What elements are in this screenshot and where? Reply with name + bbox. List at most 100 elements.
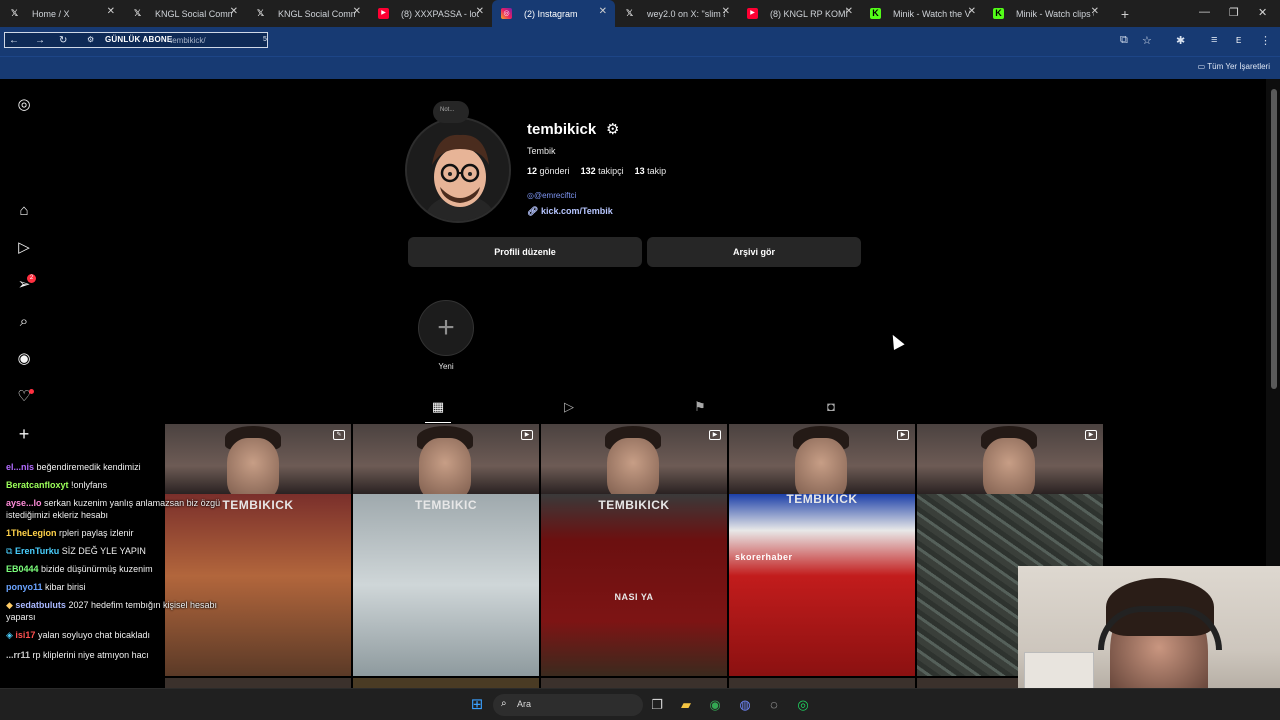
file-explorer-icon[interactable]: ▰	[678, 697, 694, 713]
install-app-icon[interactable]: ⧉	[1120, 34, 1128, 47]
tab-home-x[interactable]: 𝕏 Home / X ✕	[0, 0, 123, 27]
posts-grid: TEMBIKICK ✎ TEMBIKIC ▶ TEMBIKICK NASI YA…	[165, 424, 1104, 688]
tab-youtube-1[interactable]: ▶ (8) XXXPASSA - look ✕	[369, 0, 492, 27]
chat-text: !onlyfans	[71, 480, 108, 490]
search-icon: ⌕	[501, 698, 507, 709]
task-view-icon[interactable]: ❐	[649, 697, 665, 713]
url-text[interactable]: tembikick/	[170, 36, 206, 45]
chat-text: 2027 hedefim tembığın kişisel hesabı	[68, 600, 218, 610]
close-icon[interactable]: ✕	[968, 6, 976, 17]
post-tile-partial[interactable]	[541, 678, 727, 688]
casino-scene	[165, 494, 351, 676]
x-logo-icon: 𝕏	[133, 8, 142, 18]
tab-youtube-2[interactable]: ▶ (8) KNGL RP KOMİK ✕	[738, 0, 861, 27]
chat-user: sedatbuluts	[15, 600, 66, 610]
tab-instagram[interactable]: ◎ (2) Instagram ✕	[492, 0, 615, 27]
post-tile[interactable]: TEMBIKICK NASI YA ▶	[541, 424, 727, 676]
chat-message: ponyo11 kibar birisi	[6, 582, 86, 592]
profile-link-text: kick.com/Tembik	[540, 206, 613, 216]
post-tile-partial[interactable]	[729, 678, 915, 688]
menu-kebab-icon[interactable]: ⋮	[1260, 34, 1271, 47]
post-tile[interactable]: TEMBIKICK skorerhaber ▶	[729, 424, 915, 676]
close-icon[interactable]: ✕	[845, 6, 853, 17]
chat-text: yaparsı	[6, 612, 36, 622]
reload-icon[interactable]: ↻	[59, 35, 67, 46]
new-highlight-plus-icon[interactable]: +	[418, 300, 474, 356]
followers-count: 132	[580, 166, 596, 176]
chat-user: ponyo11	[6, 582, 43, 592]
posts-grid-icon[interactable]: ▦	[430, 399, 446, 415]
minimize-icon[interactable]: —	[1199, 6, 1210, 18]
close-icon[interactable]: ✕	[722, 6, 730, 17]
back-arrow-icon[interactable]: ←	[9, 35, 19, 46]
all-bookmarks-folder[interactable]: ▭ Tüm Yer İşaretleri	[1198, 62, 1270, 71]
chrome-icon[interactable]: ◉	[707, 697, 723, 713]
tab-kick-2[interactable]: K Minik - Watch clips o ✕	[984, 0, 1107, 27]
profile-avatar[interactable]: E	[1236, 36, 1241, 45]
following-stat[interactable]: 13 takip	[635, 166, 667, 176]
tagged-icon[interactable]: ◘	[823, 399, 839, 415]
x-logo-icon: 𝕏	[10, 8, 19, 18]
note-bubble[interactable]: Not...	[433, 101, 469, 123]
close-icon[interactable]: ✕	[599, 6, 607, 17]
windows-start-icon[interactable]: ⊞	[469, 697, 485, 713]
reel-icon: ▶	[709, 430, 721, 440]
tab-label: (8) XXXPASSA - look	[401, 8, 479, 19]
post-tile[interactable]: TEMBIKIC ▶	[353, 424, 539, 676]
active-tab-indicator	[425, 422, 451, 423]
followers-stat[interactable]: 132 takipçi	[581, 166, 624, 176]
new-tab-button[interactable]: +	[1115, 6, 1135, 22]
spotify-icon[interactable]: ◎	[795, 697, 811, 713]
webcam-strip	[541, 424, 727, 500]
scroll-thumb[interactable]	[1271, 89, 1277, 389]
address-field[interactable]: ← → ↻ ⚙ GÜNLÜK ABONE tembikick/ 5	[4, 32, 268, 48]
extensions-icon[interactable]: ✱	[1176, 34, 1185, 47]
discord-icon[interactable]: ◍	[737, 697, 753, 713]
chat-message: istediğimizi ekleriz hesabı	[6, 510, 108, 520]
tab-kngl-1[interactable]: 𝕏 KNGL Social Commun✕	[123, 0, 246, 27]
chat-text: serkan kuzenim yanlış anlamazsan biz özg…	[44, 498, 221, 508]
chat-badge-icon: ⧉	[6, 546, 15, 556]
close-icon[interactable]: ✕	[1091, 6, 1099, 17]
saved-bookmark-icon[interactable]: ⚑	[692, 399, 708, 415]
close-icon[interactable]: ✕	[353, 6, 361, 17]
settings-gear-icon[interactable]: ⚙	[606, 120, 619, 138]
close-icon[interactable]: ✕	[230, 6, 238, 17]
close-window-icon[interactable]: ✕	[1258, 6, 1267, 19]
bookmarks-bar: ▭ Tüm Yer İşaretleri	[0, 56, 1280, 79]
kick-icon: K	[870, 8, 881, 19]
close-icon[interactable]: ✕	[476, 6, 484, 17]
edit-profile-button[interactable]: Profili düzenle	[408, 237, 642, 267]
view-archive-button[interactable]: Arşivi gör	[647, 237, 861, 267]
restore-icon[interactable]: ❐	[1229, 6, 1239, 19]
media-controls-icon[interactable]: ≡	[1211, 34, 1217, 46]
instagram-icon: ◎	[501, 8, 512, 19]
threads-handle-link[interactable]: ◎@emreciftci	[527, 191, 576, 200]
bookmark-star-icon[interactable]: ☆	[1142, 34, 1152, 47]
post-tile-partial[interactable]	[165, 678, 351, 688]
search-icon[interactable]: ⌕	[16, 314, 32, 330]
address-toolbar: ← → ↻ ⚙ GÜNLÜK ABONE tembikick/ 5 ⧉ ☆ ✱ …	[0, 27, 1280, 56]
tab-x-wey[interactable]: 𝕏wey2.0 on X: "slim au ✕	[615, 0, 738, 27]
reels-icon[interactable]: ▷	[16, 240, 32, 256]
tab-kngl-2[interactable]: 𝕏 KNGL Social Commun✕	[246, 0, 369, 27]
obs-icon[interactable]: ◌	[766, 697, 782, 713]
post-tile[interactable]: TEMBIKICK ✎	[165, 424, 351, 676]
taskbar-search[interactable]: ⌕ Ara	[493, 694, 643, 716]
forward-arrow-icon[interactable]: →	[35, 35, 45, 46]
note-text: Not...	[440, 107, 455, 113]
site-info-icon[interactable]: ⚙	[87, 35, 94, 44]
reels-tab-icon[interactable]: ▷	[561, 399, 577, 415]
close-icon[interactable]: ✕	[107, 6, 115, 17]
tab-kick-1[interactable]: K Minik - Watch the VC ✕	[861, 0, 984, 27]
home-icon[interactable]: ⌂	[16, 203, 32, 219]
profile-external-link[interactable]: 🔗︎ kick.com/Tembik	[527, 206, 613, 217]
post-tile-partial[interactable]	[353, 678, 539, 688]
chat-user: ...rr11	[6, 650, 31, 660]
profile-avatar-image[interactable]	[405, 117, 511, 223]
following-count: 13	[634, 166, 645, 176]
chat-message: 1TheLegion rpleri paylaş izlenir	[6, 528, 134, 538]
explore-icon[interactable]: ◉	[16, 351, 32, 367]
instagram-logo-icon[interactable]: ◎	[16, 97, 32, 113]
create-plus-icon[interactable]: +	[16, 425, 32, 443]
